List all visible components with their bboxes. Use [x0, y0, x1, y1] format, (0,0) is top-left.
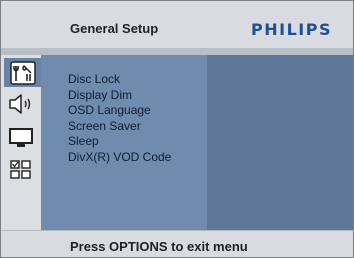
menu-item-osd-language[interactable]: OSD Language	[68, 103, 171, 119]
preference-grid-icon	[9, 159, 33, 181]
sidebar	[1, 55, 41, 230]
tv-monitor-icon	[8, 127, 34, 149]
menu-item-divx-vod-code[interactable]: DivX(R) VOD Code	[68, 150, 171, 166]
menu-options-panel: Disc Lock Display Dim OSD Language Scree…	[41, 55, 207, 230]
sidebar-item-audio-setup[interactable]	[1, 89, 41, 119]
footer-hint: Press OPTIONS to exit menu	[70, 239, 248, 254]
menu-item-screen-saver[interactable]: Screen Saver	[68, 119, 171, 135]
menu-item-sleep[interactable]: Sleep	[68, 134, 171, 150]
page-title: General Setup	[70, 21, 159, 36]
sidebar-item-video-setup[interactable]	[1, 123, 41, 153]
speaker-icon	[7, 93, 35, 115]
sidebar-item-preference-setup[interactable]	[1, 155, 41, 185]
submenu-values-panel	[207, 55, 353, 230]
brand-logo: PHILIPS	[251, 20, 332, 39]
sidebar-item-general-setup[interactable]	[4, 58, 41, 87]
menu-list: Disc Lock Display Dim OSD Language Scree…	[68, 72, 171, 165]
header-divider	[1, 48, 353, 55]
footer-bar: Press OPTIONS to exit menu	[1, 230, 353, 257]
header-bar: General Setup PHILIPS	[1, 1, 353, 48]
menu-item-disc-lock[interactable]: Disc Lock	[68, 72, 171, 88]
general-setup-tools-icon	[9, 60, 36, 85]
menu-item-display-dim[interactable]: Display Dim	[68, 88, 171, 104]
setup-menu-screen: General Setup PHILIPS Disc Lock Display …	[0, 0, 354, 258]
